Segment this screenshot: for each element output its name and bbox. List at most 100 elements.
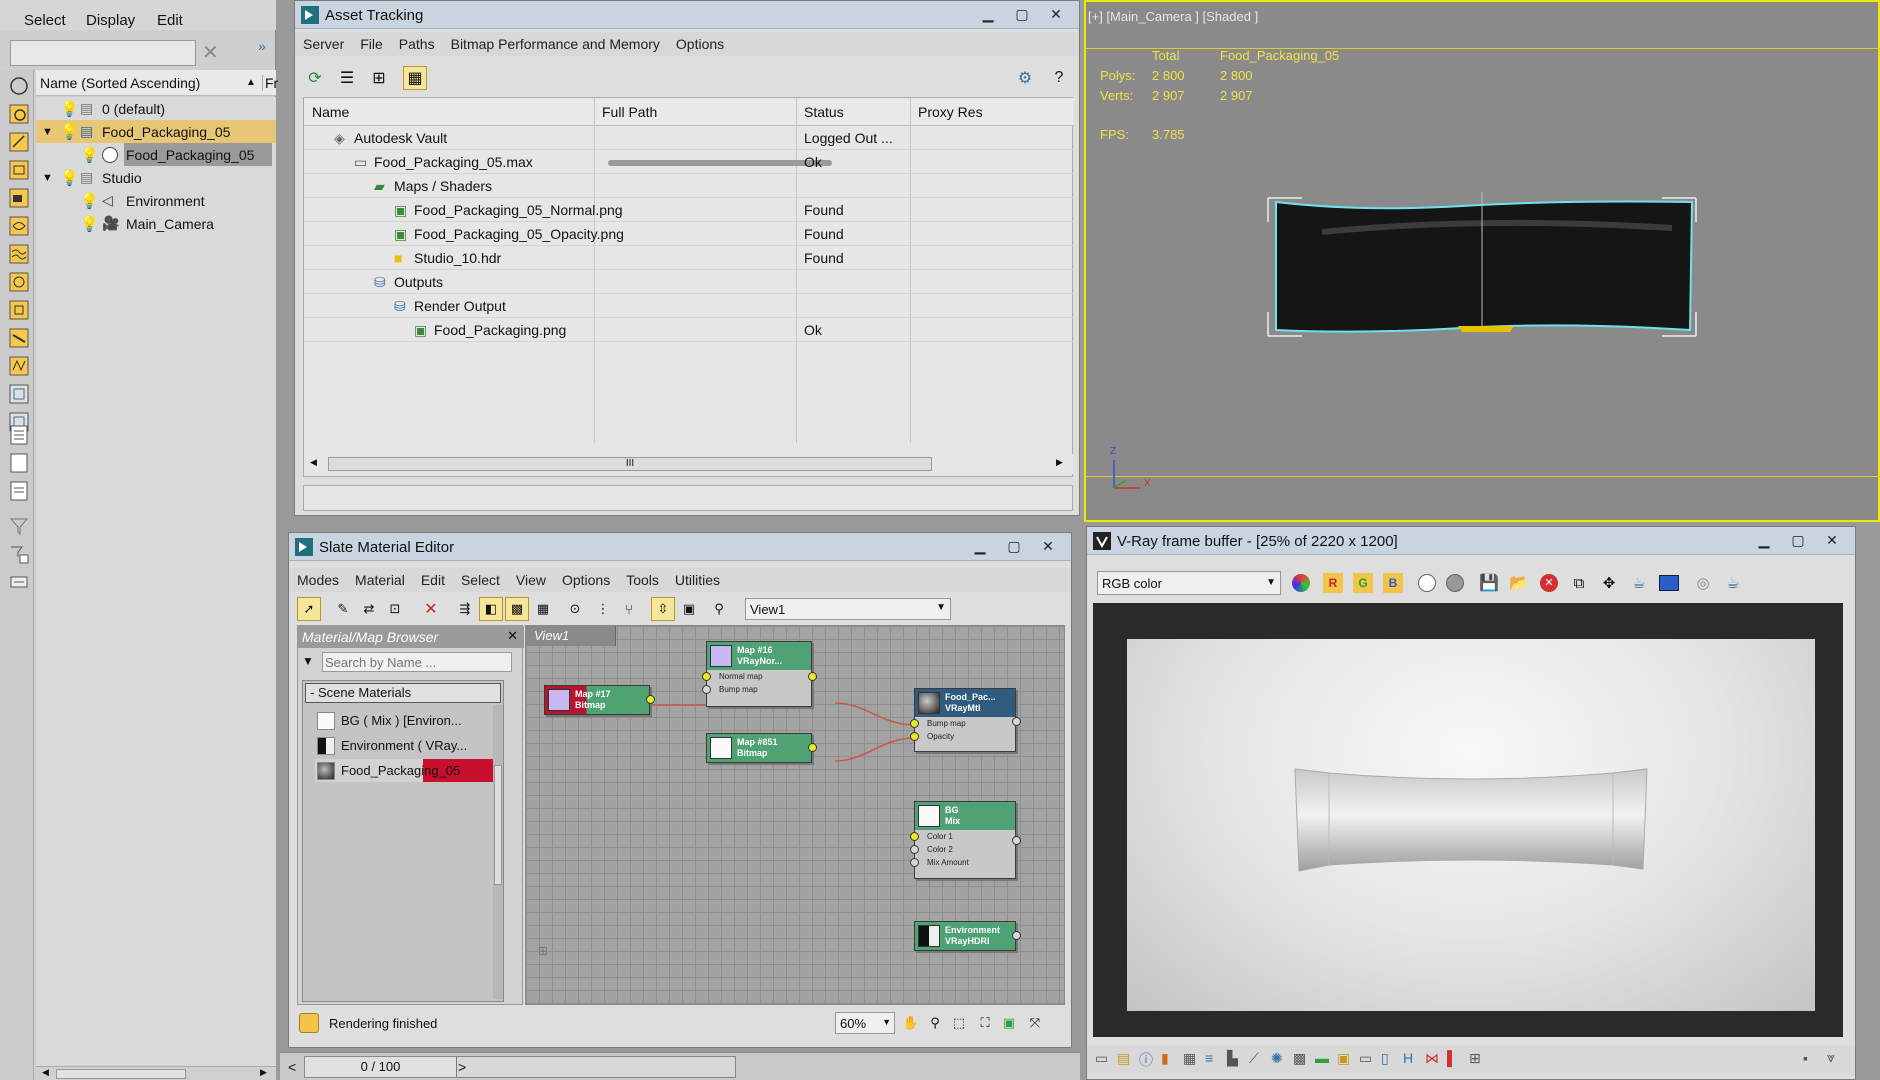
- col-proxy-res[interactable]: Proxy Res: [918, 104, 983, 120]
- help-icon[interactable]: ?: [1047, 66, 1071, 90]
- scroll-left-icon[interactable]: ◀: [42, 1067, 49, 1078]
- close-icon[interactable]: ✕: [1041, 4, 1071, 24]
- node-map851-bitmap[interactable]: Map #851 Bitmap: [706, 733, 817, 763]
- histogram-icon[interactable]: ▙: [1227, 1050, 1238, 1067]
- viewport[interactable]: [+] [Main_Camera ] [Shaded ] Total Food_…: [1084, 0, 1880, 522]
- delete-icon[interactable]: ✕: [419, 597, 443, 621]
- link-vfb-icon[interactable]: ◎: [1689, 569, 1717, 597]
- tree-row-selected[interactable]: 💡 Food_Packaging_05: [36, 143, 276, 166]
- table-row[interactable]: ⛁ Outputs: [304, 271, 1074, 294]
- tree-view-icon[interactable]: ⊞: [367, 66, 391, 90]
- close-icon[interactable]: ✕: [507, 628, 518, 644]
- exposure-icon[interactable]: ▦: [1183, 1050, 1196, 1067]
- move-children-icon[interactable]: ⇶: [453, 597, 477, 621]
- green-channel-icon[interactable]: G: [1349, 569, 1377, 597]
- compare-ab-icon[interactable]: ▯: [1381, 1050, 1389, 1067]
- red-channel-icon[interactable]: R: [1319, 569, 1347, 597]
- scroll-right-icon[interactable]: ▶: [1056, 457, 1063, 468]
- filter-icon[interactable]: [8, 515, 30, 537]
- render-last-icon[interactable]: [1655, 569, 1683, 597]
- maximize-icon[interactable]: ▢: [1783, 530, 1813, 550]
- tree-row[interactable]: 💡 ▤ 0 (default): [36, 97, 276, 120]
- color-correction-icon[interactable]: ▮: [1161, 1050, 1169, 1067]
- prev-frame-icon[interactable]: <: [288, 1059, 296, 1075]
- node-bg-mix[interactable]: BG Mix Color 1 Color 2 Mix Amount: [910, 801, 1021, 879]
- server-icon[interactable]: ⚙: [1013, 66, 1037, 90]
- display-groups-icon[interactable]: [8, 271, 30, 293]
- explorer-hscrollbar[interactable]: ◀ ▶: [36, 1066, 276, 1080]
- details-page-icon[interactable]: [8, 480, 30, 502]
- col-full-path[interactable]: Full Path: [602, 104, 657, 120]
- list-item[interactable]: BG ( Mix ) [Environ...: [315, 709, 495, 732]
- zoom-extents-selected-icon[interactable]: ▣: [997, 1011, 1021, 1035]
- minimize-icon[interactable]: ▁: [965, 536, 995, 556]
- expand-icon[interactable]: ⩔: [1827, 1049, 1835, 1066]
- duplicate-to-max-icon[interactable]: ⧉: [1565, 569, 1593, 597]
- display-geometry-icon[interactable]: [8, 103, 30, 125]
- layout-children-icon[interactable]: ⑂: [617, 597, 641, 621]
- menu-options[interactable]: Options: [676, 36, 724, 52]
- display-none-icon[interactable]: [8, 75, 30, 97]
- menu-bitmap-performance[interactable]: Bitmap Performance and Memory: [451, 36, 660, 52]
- curve-icon[interactable]: ⟋: [1249, 1050, 1259, 1067]
- hierarchy-filter-icon[interactable]: [8, 543, 30, 565]
- view-alpha-icon[interactable]: [1413, 569, 1441, 597]
- hide-unused-icon[interactable]: ◧: [479, 597, 503, 621]
- color-picker-icon[interactable]: [1287, 569, 1315, 597]
- display-frozen-icon[interactable]: [8, 383, 30, 405]
- menu-edit[interactable]: Edit: [157, 12, 183, 29]
- save-image-icon[interactable]: 💾: [1475, 569, 1503, 597]
- viewport-object-package[interactable]: [1262, 192, 1702, 342]
- bulb-icon[interactable]: 💡: [60, 123, 79, 141]
- region-render-icon[interactable]: ☕: [1625, 569, 1653, 597]
- collapse-triangle-icon[interactable]: ▼: [42, 172, 53, 184]
- list-view-icon[interactable]: ☰: [335, 66, 359, 90]
- scroll-thumb[interactable]: [56, 1069, 186, 1079]
- node-map17-bitmap[interactable]: Map #17 Bitmap: [544, 685, 655, 715]
- list-view-icon[interactable]: [8, 424, 30, 446]
- layout-vertical-icon[interactable]: ⋮: [591, 597, 615, 621]
- horizontal-compare-icon[interactable]: H: [1403, 1050, 1413, 1066]
- clear-search-icon[interactable]: ✕: [202, 40, 219, 65]
- navigator-handle-icon[interactable]: ⊞: [538, 944, 548, 958]
- track-mouse-icon[interactable]: ✥: [1595, 569, 1623, 597]
- panel-icon[interactable]: ▪: [1803, 1050, 1808, 1066]
- split-compare-icon[interactable]: ⋈: [1425, 1050, 1439, 1067]
- node-environment-vrayhdri[interactable]: Environment VRayHDRI: [914, 921, 1021, 951]
- blank-page-icon[interactable]: [8, 452, 30, 474]
- refresh-icon[interactable]: ⟳: [303, 66, 327, 90]
- assign-material-icon[interactable]: ⊡: [383, 597, 407, 621]
- search-options-icon[interactable]: ▼: [302, 654, 314, 668]
- menu-utilities[interactable]: Utilities: [675, 572, 720, 588]
- bulb-icon[interactable]: 💡: [80, 192, 99, 210]
- grid-icon[interactable]: ⊞: [1469, 1050, 1481, 1067]
- compare-icon[interactable]: ▭: [1359, 1050, 1372, 1067]
- white-balance-icon[interactable]: ≡: [1205, 1050, 1213, 1066]
- bulb-icon[interactable]: 💡: [60, 169, 79, 187]
- put-to-scene-icon[interactable]: ⇄: [357, 597, 381, 621]
- list-item[interactable]: Food_Packaging_05: [315, 759, 495, 782]
- menu-tools[interactable]: Tools: [626, 572, 659, 588]
- display-cameras-icon[interactable]: [8, 187, 30, 209]
- bulb-icon[interactable]: 💡: [60, 100, 79, 118]
- col-name[interactable]: Name: [312, 104, 349, 120]
- menu-view[interactable]: View: [516, 572, 546, 588]
- display-containers-icon[interactable]: [8, 355, 30, 377]
- collapse-triangle-icon[interactable]: ▼: [42, 126, 53, 138]
- channel-dropdown[interactable]: RGB color ▼: [1097, 571, 1281, 595]
- table-row[interactable]: ■ Studio_10.hdr Found: [304, 247, 1074, 270]
- menu-paths[interactable]: Paths: [399, 36, 435, 52]
- table-row[interactable]: ◈ Autodesk Vault Logged Out ...: [304, 127, 1074, 150]
- expand-chevrons-icon[interactable]: »: [258, 38, 266, 54]
- browser-search-input[interactable]: [322, 652, 512, 672]
- pan-hand-icon[interactable]: ✋: [899, 1011, 923, 1035]
- menu-select[interactable]: Select: [24, 12, 66, 29]
- pan-to-selected-icon[interactable]: ⤧: [1023, 1011, 1047, 1035]
- scroll-left-icon[interactable]: ◀: [310, 457, 317, 468]
- table-row[interactable]: ▣ Food_Packaging_05_Normal.png Found: [304, 199, 1074, 222]
- table-row[interactable]: ▭ Food_Packaging_05.max Ok: [304, 151, 1074, 174]
- scroll-thumb[interactable]: III: [328, 457, 932, 471]
- close-icon[interactable]: ✕: [1033, 536, 1063, 556]
- show-map-icon[interactable]: ▩: [505, 597, 529, 621]
- next-frame-icon[interactable]: >: [458, 1059, 466, 1075]
